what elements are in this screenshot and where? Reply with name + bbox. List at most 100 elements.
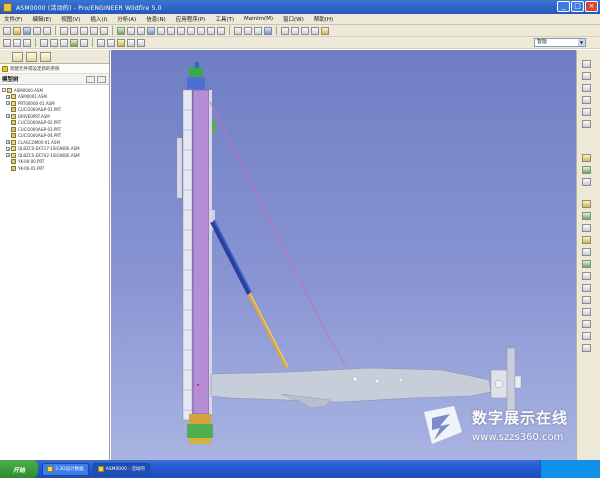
zoom-out-icon[interactable] xyxy=(167,26,175,35)
chassis-pin-3 xyxy=(398,377,404,383)
minimize-button[interactable]: _ xyxy=(557,1,570,12)
show-icon[interactable] xyxy=(97,75,106,83)
menu-insert[interactable]: 插入(I) xyxy=(90,15,107,23)
draft-tool-icon[interactable] xyxy=(582,284,591,292)
expand-toggle-icon[interactable]: + xyxy=(6,94,10,99)
taskbar-item-explorer[interactable]: 3.3D设计数据 xyxy=(42,462,89,476)
annotation-icon[interactable] xyxy=(321,26,329,35)
chamfer-icon[interactable] xyxy=(50,38,58,47)
copy-icon[interactable] xyxy=(90,26,98,35)
menu-window[interactable]: 窗口(W) xyxy=(283,15,304,23)
extrude-tool-icon[interactable] xyxy=(582,200,591,208)
maximize-button[interactable]: □ xyxy=(571,1,584,12)
round-icon[interactable] xyxy=(40,38,48,47)
expand-toggle-icon[interactable]: + xyxy=(6,153,10,158)
package-icon[interactable] xyxy=(582,178,591,186)
tab-folder-browser[interactable] xyxy=(26,51,37,62)
regenerate-icon[interactable] xyxy=(117,26,125,35)
hole-tool-icon[interactable] xyxy=(582,248,591,256)
extrude-icon[interactable] xyxy=(13,38,21,47)
menu-help[interactable]: 帮助(H) xyxy=(314,15,333,23)
expand-toggle-icon[interactable]: + xyxy=(6,140,10,145)
new-file-icon[interactable] xyxy=(3,26,11,35)
refit-icon[interactable] xyxy=(177,26,185,35)
sketch-icon[interactable] xyxy=(3,38,11,47)
chevron-down-icon[interactable]: ▼ xyxy=(578,39,585,46)
assemble-tool-icon[interactable] xyxy=(582,154,591,162)
round-tool-icon[interactable] xyxy=(582,296,591,304)
datum-curve-icon[interactable] xyxy=(582,96,591,104)
saved-views-icon[interactable] xyxy=(197,26,205,35)
select-icon[interactable] xyxy=(137,26,145,35)
datum-plane-tool-icon[interactable] xyxy=(582,60,591,68)
paste-icon[interactable] xyxy=(100,26,108,35)
chamfer-tool-icon[interactable] xyxy=(582,308,591,316)
cut-icon[interactable] xyxy=(80,26,88,35)
start-button[interactable]: 开始 xyxy=(0,460,38,478)
model-analysis-icon[interactable] xyxy=(137,38,145,47)
menu-tools[interactable]: 工具(T) xyxy=(215,15,234,23)
tab-favorites[interactable] xyxy=(40,51,51,62)
menu-file[interactable]: 文件(F) xyxy=(4,15,22,23)
expand-toggle-icon[interactable]: - xyxy=(2,88,6,93)
tab-model-tree[interactable] xyxy=(12,51,23,62)
coordinate-system-icon[interactable] xyxy=(311,26,319,35)
explode-icon[interactable] xyxy=(117,38,125,47)
rib-tool-icon[interactable] xyxy=(582,272,591,280)
menu-mainlm[interactable]: Mainlm(M) xyxy=(244,16,273,22)
datum-point-icon[interactable] xyxy=(301,26,309,35)
datum-point-tool-icon[interactable] xyxy=(582,108,591,116)
no-hidden-icon[interactable] xyxy=(254,26,262,35)
create-component-icon[interactable] xyxy=(107,38,115,47)
tree-item[interactable]: YK-00-01.PRT xyxy=(0,165,109,172)
pattern-icon[interactable] xyxy=(70,38,78,47)
shell-tool-icon[interactable] xyxy=(582,260,591,268)
zoom-in-icon[interactable] xyxy=(157,26,165,35)
undo-icon[interactable] xyxy=(60,26,68,35)
sweep-tool-icon[interactable] xyxy=(582,224,591,232)
revolve-tool-icon[interactable] xyxy=(582,212,591,220)
redo-icon[interactable] xyxy=(70,26,78,35)
mirror-tool-icon[interactable] xyxy=(582,320,591,328)
layers-icon[interactable] xyxy=(207,26,215,35)
open-folder-icon[interactable] xyxy=(13,26,21,35)
window-titlebar[interactable]: ASM0000 (活动的) - Pro/ENGINEER Wildfire 5.… xyxy=(0,0,600,14)
expand-toggle-icon[interactable]: + xyxy=(6,114,10,119)
hole-icon[interactable] xyxy=(60,38,68,47)
csys-tool-icon[interactable] xyxy=(582,120,591,128)
revolve-icon[interactable] xyxy=(23,38,31,47)
filter-combo[interactable]: 智能 ▼ xyxy=(534,38,586,47)
mirror-icon[interactable] xyxy=(80,38,88,47)
taskbar-item-proe[interactable]: ASM0000 - 活动的 xyxy=(92,462,150,476)
expand-toggle-icon[interactable]: + xyxy=(6,146,10,151)
expand-toggle-icon[interactable]: + xyxy=(6,101,10,106)
datum-axis-tool-icon[interactable] xyxy=(582,72,591,80)
datum-axis-icon[interactable] xyxy=(291,26,299,35)
email-icon[interactable] xyxy=(43,26,51,35)
hidden-line-icon[interactable] xyxy=(244,26,252,35)
menu-view[interactable]: 视图(V) xyxy=(61,15,80,23)
menu-analysis[interactable]: 分析(A) xyxy=(117,15,136,23)
chassis-end-wheel xyxy=(494,379,504,389)
datum-plane-icon[interactable] xyxy=(281,26,289,35)
menu-applications[interactable]: 应用程序(P) xyxy=(176,15,206,23)
sketch-curve-icon[interactable] xyxy=(582,84,591,92)
settings-icon[interactable] xyxy=(86,75,95,83)
close-button[interactable]: × xyxy=(585,1,598,12)
reorient-icon[interactable] xyxy=(187,26,195,35)
print-icon[interactable] xyxy=(33,26,41,35)
menu-edit[interactable]: 编辑(E) xyxy=(32,15,51,23)
measure-icon[interactable] xyxy=(127,38,135,47)
wireframe-icon[interactable] xyxy=(234,26,242,35)
repaint-icon[interactable] xyxy=(147,26,155,35)
shading-icon[interactable] xyxy=(264,26,272,35)
menu-info[interactable]: 信息(N) xyxy=(146,15,165,23)
merge-tool-icon[interactable] xyxy=(582,332,591,340)
create-part-icon[interactable] xyxy=(582,166,591,174)
save-icon[interactable] xyxy=(23,26,31,35)
assemble-icon[interactable] xyxy=(97,38,105,47)
view-manager-icon[interactable] xyxy=(217,26,225,35)
trim-tool-icon[interactable] xyxy=(582,344,591,352)
blend-tool-icon[interactable] xyxy=(582,236,591,244)
find-icon[interactable] xyxy=(127,26,135,35)
